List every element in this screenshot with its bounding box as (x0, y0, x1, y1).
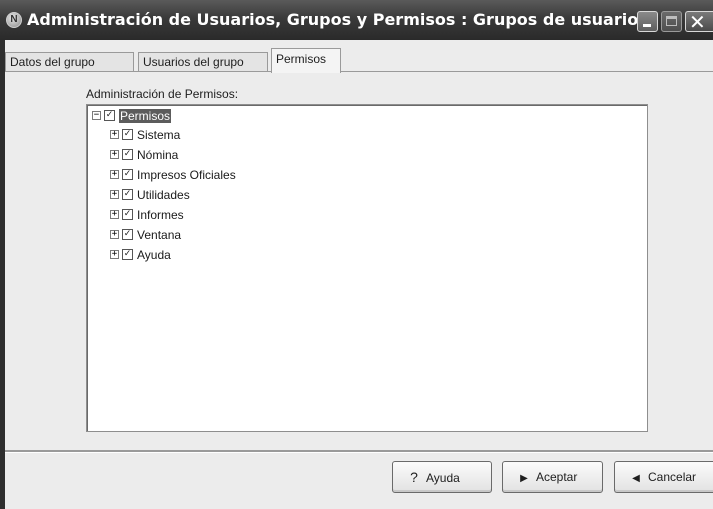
tree-node-sistema[interactable]: + ✓ Sistema (110, 127, 180, 143)
close-button[interactable]: ✕ (685, 10, 713, 34)
tree-node-utilidades[interactable]: + ✓ Utilidades (110, 187, 190, 203)
tree-node-nomina[interactable]: + ✓ Nómina (110, 147, 178, 163)
tree-checkbox[interactable]: ✓ (122, 149, 133, 161)
expand-icon[interactable]: + (110, 170, 119, 180)
tree-node-label[interactable]: Sistema (137, 128, 180, 142)
minimize-icon (643, 24, 651, 27)
expand-icon[interactable]: + (110, 250, 119, 260)
back-arrow-icon: ◀ (632, 473, 640, 484)
maximize-icon (666, 16, 677, 26)
tree-checkbox[interactable]: ✓ (122, 209, 133, 221)
tree-checkbox[interactable]: ✓ (122, 129, 133, 141)
play-arrow-icon: ▶ (520, 473, 528, 484)
expand-icon[interactable]: + (110, 150, 119, 160)
expand-icon[interactable]: + (110, 210, 119, 220)
tree-node-informes[interactable]: + ✓ Informes (110, 207, 184, 223)
window-title: Administración de Usuarios, Grupos y Per… (27, 10, 648, 29)
maximize-button[interactable] (661, 11, 682, 32)
tree-checkbox[interactable]: ✓ (122, 189, 133, 201)
app-window: N Administración de Usuarios, Grupos y P… (0, 0, 713, 509)
tree-checkbox[interactable]: ✓ (122, 169, 133, 181)
tree-node-label[interactable]: Ayuda (137, 248, 171, 262)
collapse-icon[interactable]: − (92, 111, 101, 121)
button-area-divider (5, 451, 713, 453)
minimize-button[interactable] (637, 11, 658, 32)
close-icon: ✕ (689, 10, 706, 34)
accept-button[interactable]: ▶ Aceptar (502, 461, 603, 493)
tree-node-label[interactable]: Nómina (137, 148, 178, 162)
tab-strip: Datos del grupo Usuarios del grupo Permi… (5, 48, 713, 73)
tree-node-label[interactable]: Ventana (137, 228, 181, 242)
help-button[interactable]: ? Ayuda (392, 461, 492, 493)
expand-icon[interactable]: + (110, 190, 119, 200)
tree-checkbox[interactable]: ✓ (104, 110, 115, 122)
tree-node-label[interactable]: Impresos Oficiales (137, 168, 236, 182)
dialog-client-area: Datos del grupo Usuarios del grupo Permi… (5, 40, 713, 509)
tree-node-ventana[interactable]: + ✓ Ventana (110, 227, 181, 243)
cancel-button[interactable]: ◀ Cancelar (614, 461, 713, 493)
tree-checkbox[interactable]: ✓ (122, 229, 133, 241)
permissions-tree[interactable]: − ✓ Permisos + ✓ Sistema + ✓ Nómina + ✓ Impresos… (86, 104, 648, 432)
tree-checkbox[interactable]: ✓ (122, 249, 133, 261)
tree-node-label[interactable]: Permisos (119, 109, 172, 123)
help-icon: ? (410, 469, 418, 485)
app-icon[interactable]: N (6, 12, 22, 28)
tree-node-label[interactable]: Utilidades (137, 188, 190, 202)
permissions-label: Administración de Permisos: (86, 87, 239, 101)
tree-node-label[interactable]: Informes (137, 208, 184, 222)
tree-node-ayuda[interactable]: + ✓ Ayuda (110, 247, 171, 263)
tree-node-impresos-oficiales[interactable]: + ✓ Impresos Oficiales (110, 167, 236, 183)
tree-node-permisos[interactable]: − ✓ Permisos (92, 108, 172, 124)
tab-usuarios-del-grupo[interactable]: Usuarios del grupo (138, 52, 268, 72)
expand-icon[interactable]: + (110, 130, 119, 140)
tab-permisos[interactable]: Permisos (271, 48, 341, 73)
tab-datos-del-grupo[interactable]: Datos del grupo (5, 52, 134, 72)
expand-icon[interactable]: + (110, 230, 119, 240)
title-bar[interactable]: N Administración de Usuarios, Grupos y P… (0, 0, 713, 40)
